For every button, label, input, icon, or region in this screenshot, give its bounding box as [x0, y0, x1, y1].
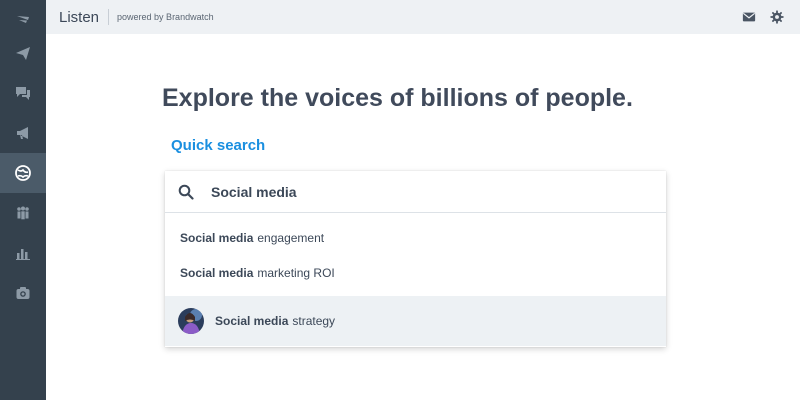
sidebar-item-audience[interactable] [0, 193, 46, 233]
sidebar-item-advertise[interactable] [0, 113, 46, 153]
sidebar-item-publish[interactable] [0, 33, 46, 73]
suggestion-rest: engagement [257, 231, 325, 245]
mail-icon[interactable] [742, 10, 756, 24]
title-divider [108, 9, 110, 25]
avatar [178, 308, 204, 334]
powered-by-label: powered by Brandwatch [117, 12, 214, 22]
quick-search-label[interactable]: Quick search [171, 137, 265, 154]
suggestion-match: Social media [215, 314, 289, 328]
suggestion-match: Social media [180, 266, 254, 280]
chat-icon [16, 87, 30, 100]
app-title: Listen [59, 8, 100, 26]
suggestion-item-highlighted[interactable]: Social media strategy [165, 296, 666, 346]
people-icon [17, 206, 29, 220]
top-bar: Listen powered by Brandwatch [46, 0, 800, 34]
top-icons [742, 0, 784, 34]
sidebar-item-engage[interactable] [0, 73, 46, 113]
megaphone-icon [17, 127, 28, 139]
search-icon [178, 184, 194, 200]
search-input[interactable] [205, 179, 657, 205]
camera-icon [16, 287, 30, 299]
suggestion-rest: marketing ROI [257, 266, 335, 280]
send-icon [16, 47, 30, 60]
suggestion-rest: strategy [292, 314, 336, 328]
gear-icon[interactable] [770, 10, 784, 24]
sidebar [0, 0, 46, 400]
suggestion-item[interactable]: Social media engagement [165, 227, 666, 249]
search-row [165, 171, 666, 213]
suggestion-item[interactable]: Social media marketing ROI [165, 262, 666, 284]
page-headline: Explore the voices of billions of people… [162, 84, 633, 112]
logo-icon [17, 16, 29, 23]
search-panel: Social media engagement Social media mar… [165, 171, 666, 347]
suggestion-match: Social media [180, 231, 254, 245]
sidebar-item-listen[interactable] [0, 153, 46, 193]
sidebar-item-measure[interactable] [0, 233, 46, 273]
bar-chart-icon [16, 249, 30, 260]
globe-icon [15, 165, 31, 181]
sidebar-item-vizia[interactable] [0, 273, 46, 313]
